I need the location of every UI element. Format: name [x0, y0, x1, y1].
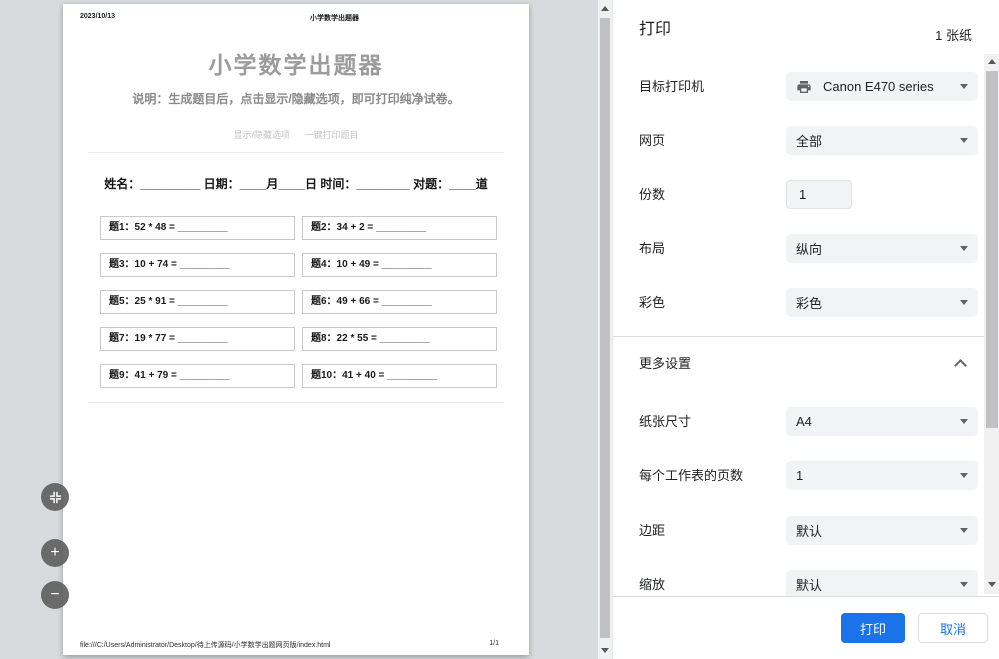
- scale-label: 缩放: [639, 570, 665, 599]
- scroll-down-icon[interactable]: [988, 582, 996, 587]
- paper-size-select[interactable]: A4: [786, 407, 978, 436]
- problem-box: 题7：19 * 77 = _________: [100, 327, 295, 351]
- print-questions-link: 一键打印题目: [305, 130, 359, 140]
- zoom-in-button[interactable]: +: [41, 539, 69, 567]
- margins-select[interactable]: 默认: [786, 516, 978, 545]
- preview-page: 2023/10/13 小学数学出题器 小学数学出题器 说明：生成题目后，点击显示…: [63, 4, 529, 655]
- margins-label: 边距: [639, 516, 665, 545]
- setting-row-color: 彩色 彩色: [613, 288, 999, 317]
- print-button[interactable]: 打印: [841, 613, 905, 643]
- scale-value: 默认: [796, 575, 822, 594]
- problem-box: 题4：10 + 49 = _________: [302, 253, 497, 277]
- settings-scrollbar-thumb[interactable]: [986, 71, 998, 428]
- pages-per-sheet-value: 1: [796, 468, 803, 483]
- problem-box: 题9：41 + 79 = _________: [100, 364, 295, 388]
- pages-label: 网页: [639, 126, 665, 155]
- preview-scrollbar-thumb[interactable]: [600, 18, 610, 638]
- chevron-down-icon: [960, 84, 968, 89]
- more-settings-label: 更多设置: [639, 352, 691, 376]
- scroll-up-icon[interactable]: [601, 6, 609, 11]
- setting-row-copies: 份数 1: [613, 180, 999, 209]
- print-dialog: 2023/10/13 小学数学出题器 小学数学出题器 说明：生成题目后，点击显示…: [0, 0, 999, 659]
- settings-scrollbar[interactable]: [984, 54, 999, 594]
- chevron-up-icon: [954, 359, 967, 372]
- scroll-down-icon[interactable]: [601, 648, 609, 653]
- setting-row-pages-per-sheet: 每个工作表的页数 1: [613, 461, 999, 490]
- problem-box: 题8：22 * 55 = _________: [302, 327, 497, 351]
- color-select[interactable]: 彩色: [786, 288, 978, 317]
- page-footer: file:///C:/Users/Administrator/Desktop/待…: [80, 640, 499, 650]
- more-settings-toggle[interactable]: 更多设置: [613, 352, 999, 376]
- pages-value: 全部: [796, 131, 822, 150]
- setting-row-layout: 布局 纵向: [613, 234, 999, 263]
- chevron-down-icon: [960, 582, 968, 587]
- chevron-down-icon: [960, 419, 968, 424]
- problem-box: 题2：34 + 2 = _________: [302, 216, 497, 240]
- setting-row-paper-size: 纸张尺寸 A4: [613, 407, 999, 436]
- page-header-date: 2023/10/13: [80, 13, 115, 20]
- print-settings-panel: 打印 1 张纸 目标打印机 Canon E470 series 网页 全部: [612, 0, 999, 659]
- page-header-title: 小学数学出题器: [310, 13, 359, 23]
- color-value: 彩色: [796, 293, 822, 312]
- chevron-down-icon: [960, 473, 968, 478]
- layout-select[interactable]: 纵向: [786, 234, 978, 263]
- destination-select[interactable]: Canon E470 series: [786, 72, 978, 101]
- dialog-footer: 打印 取消: [613, 596, 999, 659]
- scroll-up-icon[interactable]: [988, 59, 996, 64]
- chevron-down-icon: [960, 246, 968, 251]
- paper-size-value: A4: [796, 414, 812, 429]
- pages-per-sheet-select[interactable]: 1: [786, 461, 978, 490]
- pages-per-sheet-label: 每个工作表的页数: [639, 461, 743, 490]
- printer-icon: [796, 79, 812, 95]
- copies-label: 份数: [639, 180, 665, 209]
- panel-title: 打印: [639, 15, 671, 39]
- copies-input[interactable]: 1: [786, 180, 852, 209]
- chevron-down-icon: [960, 528, 968, 533]
- problem-box: 题10：41 + 40 = _________: [302, 364, 497, 388]
- setting-row-margins: 边距 默认: [613, 516, 999, 545]
- color-label: 彩色: [639, 288, 665, 317]
- paper-size-label: 纸张尺寸: [639, 407, 691, 436]
- preview-scrollbar[interactable]: [598, 0, 612, 659]
- student-info-line: 姓名：_________ 日期：____月____日 时间：________ 对…: [63, 175, 529, 192]
- problem-box: 题6：49 + 66 = _________: [302, 290, 497, 314]
- setting-row-destination: 目标打印机 Canon E470 series: [613, 72, 999, 101]
- zoom-out-button[interactable]: −: [41, 581, 69, 609]
- toggle-options-link: 显示/隐藏选项: [233, 130, 290, 140]
- margins-value: 默认: [796, 521, 822, 540]
- sheet-count: 1 张纸: [935, 25, 972, 44]
- problem-box: 题1：52 * 48 = _________: [100, 216, 295, 240]
- fit-to-page-button[interactable]: [41, 483, 69, 511]
- problems-grid: 题1：52 * 48 = _________ 题2：34 + 2 = _____…: [100, 216, 497, 388]
- setting-row-scale: 缩放 默认: [613, 570, 999, 599]
- scale-select[interactable]: 默认: [786, 570, 978, 599]
- cancel-button[interactable]: 取消: [918, 613, 988, 643]
- pages-select[interactable]: 全部: [786, 126, 978, 155]
- divider: [88, 152, 504, 153]
- fit-to-page-icon: [49, 491, 62, 504]
- divider: [88, 402, 504, 403]
- destination-value: Canon E470 series: [823, 79, 934, 94]
- chevron-down-icon: [960, 300, 968, 305]
- chevron-down-icon: [960, 138, 968, 143]
- setting-row-pages: 网页 全部: [613, 126, 999, 155]
- page-footer-number: 1/1: [489, 640, 499, 650]
- document-instruction: 说明：生成题目后，点击显示/隐藏选项，即可打印纯净试卷。: [63, 90, 529, 107]
- layout-value: 纵向: [796, 239, 822, 258]
- layout-label: 布局: [639, 234, 665, 263]
- problem-box: 题3：10 + 74 = _________: [100, 253, 295, 277]
- document-title: 小学数学出题器: [63, 46, 529, 80]
- section-divider: [613, 336, 999, 337]
- print-preview-area: 2023/10/13 小学数学出题器 小学数学出题器 说明：生成题目后，点击显示…: [0, 0, 612, 659]
- destination-label: 目标打印机: [639, 72, 704, 101]
- document-links: 显示/隐藏选项 一键打印题目: [63, 128, 529, 141]
- problem-box: 题5：25 * 91 = _________: [100, 290, 295, 314]
- page-footer-url: file:///C:/Users/Administrator/Desktop/待…: [80, 640, 331, 650]
